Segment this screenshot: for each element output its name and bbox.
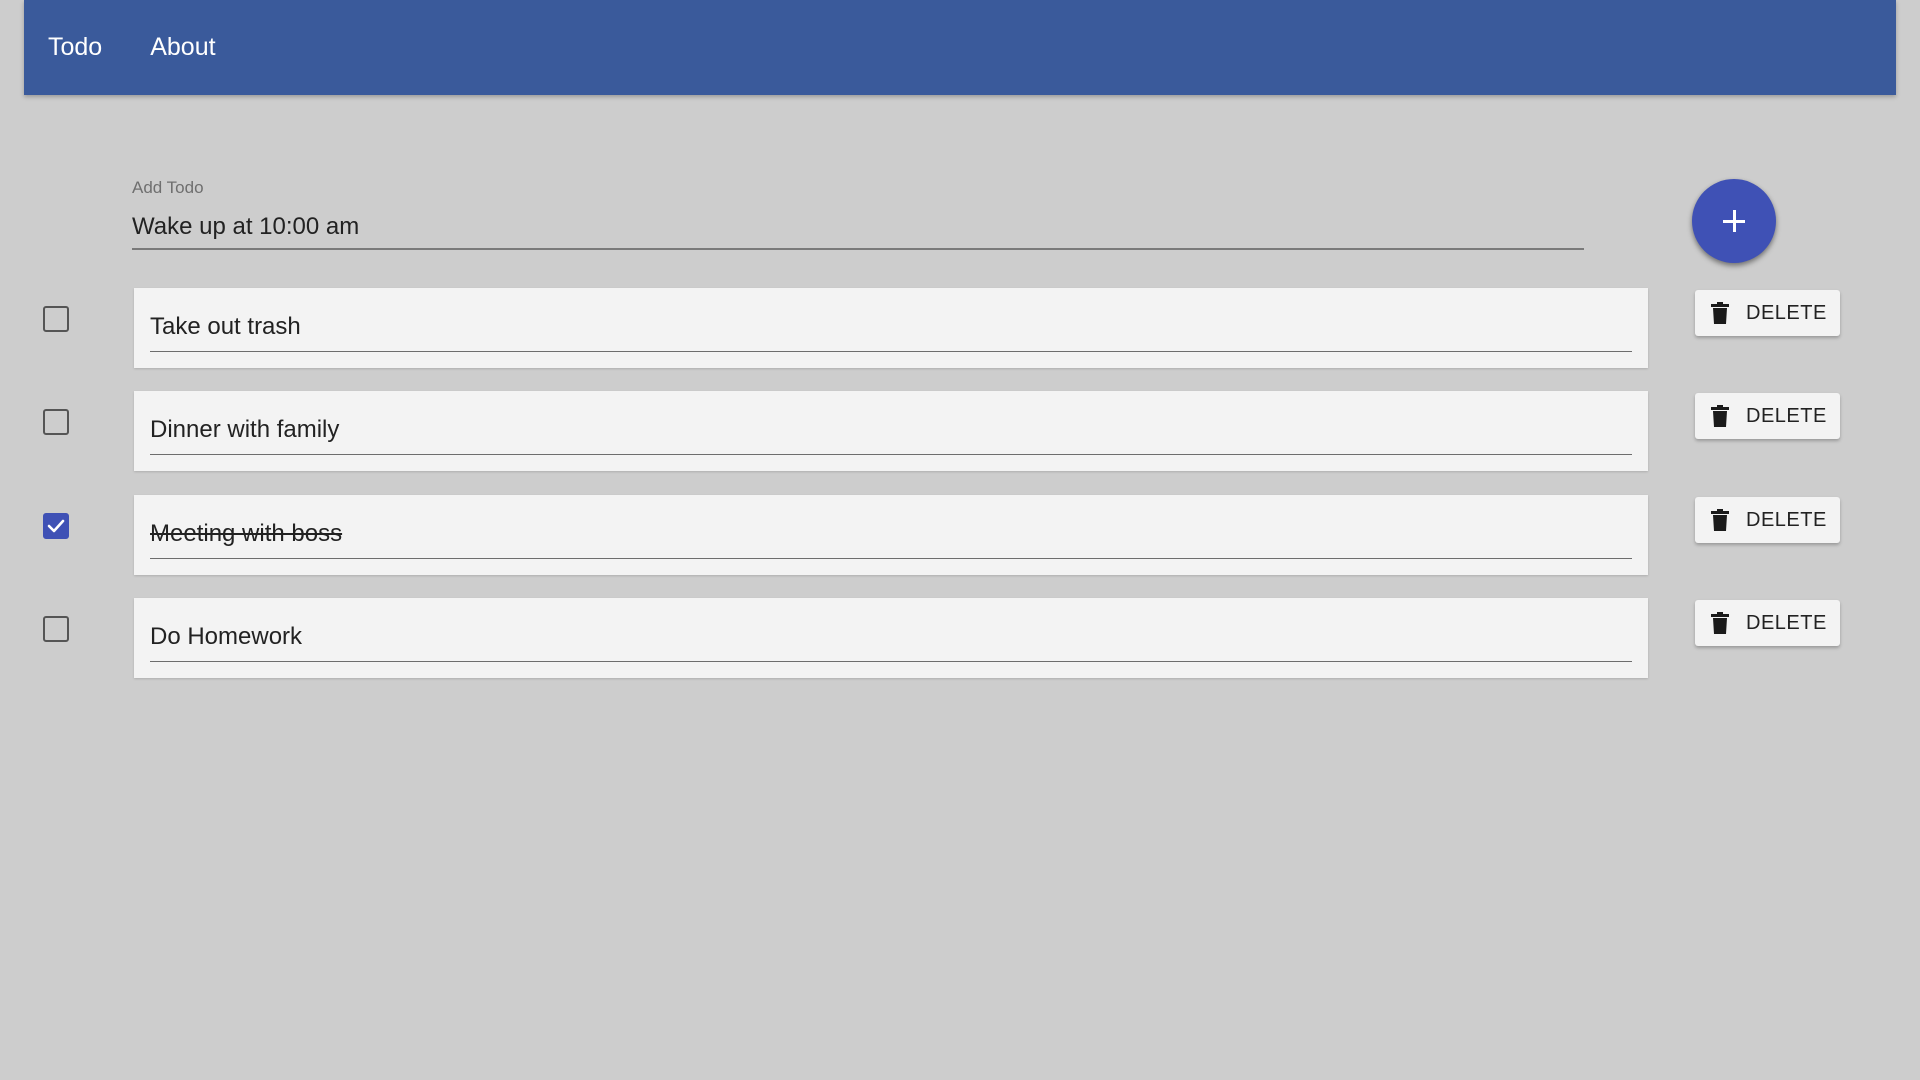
nav-link-about[interactable]: About bbox=[150, 33, 215, 62]
todo-item: Dinner with family DELETE bbox=[0, 391, 1920, 471]
add-todo-input[interactable] bbox=[132, 210, 1584, 244]
add-todo-label: Add Todo bbox=[132, 178, 204, 197]
delete-label: DELETE bbox=[1746, 508, 1827, 531]
check-icon bbox=[47, 519, 65, 533]
todo-checkbox[interactable] bbox=[43, 513, 69, 539]
todo-item: Meeting with boss DELETE bbox=[0, 495, 1920, 575]
trash-icon bbox=[1711, 509, 1729, 531]
delete-label: DELETE bbox=[1746, 404, 1827, 427]
trash-icon bbox=[1711, 302, 1729, 324]
todo-card: Take out trash bbox=[134, 288, 1648, 368]
todo-text-field[interactable]: Do Homework bbox=[150, 624, 1632, 662]
delete-label: DELETE bbox=[1746, 611, 1827, 634]
add-todo-field: Add Todo bbox=[132, 178, 1584, 250]
delete-button[interactable]: DELETE bbox=[1695, 393, 1840, 439]
delete-button[interactable]: DELETE bbox=[1695, 290, 1840, 336]
todo-text-field[interactable]: Dinner with family bbox=[150, 417, 1632, 455]
trash-icon bbox=[1711, 405, 1729, 427]
delete-button[interactable]: DELETE bbox=[1695, 600, 1840, 646]
todo-checkbox[interactable] bbox=[43, 409, 69, 435]
delete-button[interactable]: DELETE bbox=[1695, 497, 1840, 543]
todo-item: Take out trash DELETE bbox=[0, 288, 1920, 368]
nav-link-todo[interactable]: Todo bbox=[48, 33, 102, 62]
todo-item: Do Homework DELETE bbox=[0, 598, 1920, 678]
delete-label: DELETE bbox=[1746, 301, 1827, 324]
app-bar: Todo About bbox=[24, 0, 1896, 95]
todo-card: Meeting with boss bbox=[134, 495, 1648, 575]
add-todo-button[interactable] bbox=[1692, 179, 1776, 263]
todo-text-field[interactable]: Meeting with boss bbox=[150, 521, 1632, 559]
todo-checkbox[interactable] bbox=[43, 306, 69, 332]
todo-card: Dinner with family bbox=[134, 391, 1648, 471]
todo-checkbox[interactable] bbox=[43, 616, 69, 642]
plus-icon bbox=[1723, 210, 1745, 232]
trash-icon bbox=[1711, 612, 1729, 634]
todo-text-field[interactable]: Take out trash bbox=[150, 314, 1632, 352]
todo-card: Do Homework bbox=[134, 598, 1648, 678]
